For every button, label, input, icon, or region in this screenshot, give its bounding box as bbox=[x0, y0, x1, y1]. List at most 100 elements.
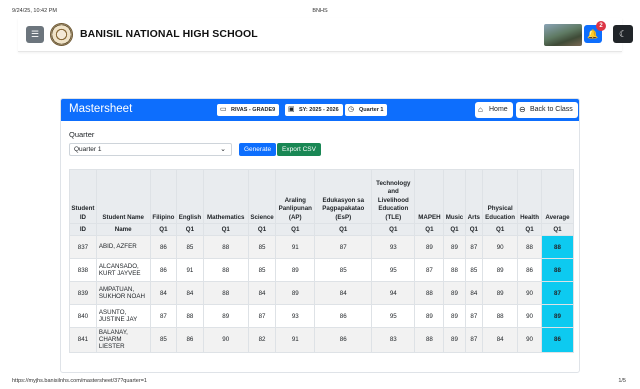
card-title: Mastersheet bbox=[69, 103, 133, 115]
grade-cell: 89 bbox=[443, 281, 466, 305]
column-subheader: Q1 bbox=[149, 223, 178, 236]
hamburger-icon: ☰ bbox=[30, 29, 40, 39]
grade-cell: 89 bbox=[482, 281, 519, 305]
grade-cell: 85 bbox=[464, 258, 484, 282]
grade-cell: 85 bbox=[247, 258, 277, 282]
grade-cell: 90 bbox=[482, 235, 519, 259]
grade-cell: 89 bbox=[443, 304, 466, 328]
calendar-icon: ▣ bbox=[288, 106, 295, 113]
grade-cell: 87 bbox=[414, 258, 445, 282]
home-icon: ⌂ bbox=[478, 105, 483, 114]
grade-cell: 86 bbox=[149, 235, 178, 259]
grade-cell: 85 bbox=[176, 235, 204, 259]
dark-mode-toggle[interactable]: ☾ bbox=[613, 25, 633, 43]
home-button[interactable]: ⌂ Home bbox=[475, 102, 513, 118]
column-header: Technology and Livelihood Education (TLE… bbox=[371, 169, 416, 224]
grade-cell: 89 bbox=[275, 281, 316, 305]
column-subheader: Q1 bbox=[540, 223, 575, 236]
school-name: BANISIL NATIONAL HIGH SCHOOL bbox=[80, 28, 258, 40]
user-avatar[interactable] bbox=[544, 24, 582, 46]
column-subheader: ID bbox=[69, 223, 97, 236]
grade-cell: 84 bbox=[314, 281, 373, 305]
column-subheader: Q1 bbox=[517, 223, 542, 236]
table-row: 840 ASUNTO, JUSTINE JAY 87 88 89 87 93 86 95 89 89… bbox=[69, 304, 575, 328]
card-header: Mastersheet ▭ RIVAS - GRADE9 ▣ SY: 2025 - … bbox=[61, 99, 579, 121]
column-header: Mathematics bbox=[202, 169, 249, 224]
table-row: 838 ALCANSADO, KURT JAYVEE 86 91 88 85 89 85 95 8… bbox=[69, 258, 575, 282]
grade-cell: 82 bbox=[247, 327, 277, 353]
grade-cell: 84 bbox=[247, 281, 277, 305]
grade-cell: 88 bbox=[176, 304, 204, 328]
student-name-cell: AMPATUAN, SUKHOR NOAH bbox=[95, 281, 151, 305]
top-navbar: ☰ BANISIL NATIONAL HIGH SCHOOL 🔔 2 ☾ bbox=[18, 18, 633, 52]
grade-cell: 89 bbox=[414, 235, 445, 259]
menu-toggle-button[interactable]: ☰ bbox=[26, 26, 44, 43]
grade-cell: 85 bbox=[149, 327, 178, 353]
grade-cell: 88 bbox=[517, 235, 542, 259]
column-subheader: Q1 bbox=[202, 223, 249, 236]
grade-cell: 88 bbox=[202, 235, 249, 259]
mastersheet-card: Mastersheet ▭ RIVAS - GRADE9 ▣ SY: 2025 - … bbox=[60, 98, 580, 373]
print-page-number: 1/5 bbox=[618, 378, 626, 384]
school-logo bbox=[50, 23, 73, 46]
column-header: English bbox=[176, 169, 204, 224]
grade-cell: 90 bbox=[202, 327, 249, 353]
student-id-cell: 838 bbox=[69, 258, 97, 282]
grade-cell: 90 bbox=[517, 304, 542, 328]
back-icon: ⊖ bbox=[519, 105, 526, 114]
column-subheader: Q1 bbox=[275, 223, 316, 236]
column-subheader: Q1 bbox=[247, 223, 277, 236]
grade-cell: 87 bbox=[464, 304, 484, 328]
clock-icon: ◷ bbox=[348, 106, 355, 113]
grade-cell: 90 bbox=[517, 327, 542, 353]
grade-cell: 89 bbox=[202, 304, 249, 328]
export-csv-button[interactable]: Export CSV bbox=[277, 143, 321, 156]
column-subheader: Q1 bbox=[464, 223, 484, 236]
column-header: Physical Education bbox=[482, 169, 519, 224]
grade-cell: 88 bbox=[202, 281, 249, 305]
column-subheader: Q1 bbox=[371, 223, 416, 236]
generate-button[interactable]: Generate bbox=[239, 143, 277, 156]
grade-cell: 87 bbox=[149, 304, 178, 328]
print-header: 9/24/25, 10:42 PM BNHS bbox=[0, 0, 640, 18]
grade-cell: 84 bbox=[464, 281, 484, 305]
grade-cell: 95 bbox=[371, 304, 416, 328]
grade-cell: 86 bbox=[176, 327, 204, 353]
average-cell: 87 bbox=[540, 281, 575, 305]
column-header: Filipino bbox=[149, 169, 178, 224]
column-subheader: Q1 bbox=[443, 223, 466, 236]
grade-cell: 84 bbox=[482, 327, 519, 353]
class-badge: ▭ RIVAS - GRADE9 bbox=[217, 104, 280, 116]
quarter-select[interactable]: Quarter 1 ⌄ bbox=[69, 143, 232, 156]
column-header: Student ID bbox=[69, 169, 97, 224]
print-page-title: BNHS bbox=[312, 8, 328, 14]
chevron-down-icon: ⌄ bbox=[220, 146, 226, 153]
grade-cell: 88 bbox=[414, 281, 445, 305]
average-cell: 86 bbox=[540, 327, 575, 353]
grade-cell: 84 bbox=[149, 281, 178, 305]
student-id-cell: 837 bbox=[69, 235, 97, 259]
grade-cell: 87 bbox=[464, 327, 484, 353]
quarter-badge: ◷ Quarter 1 bbox=[345, 104, 388, 116]
column-header: MAPEH bbox=[414, 169, 445, 224]
student-id-cell: 839 bbox=[69, 281, 97, 305]
column-subheader: Q1 bbox=[482, 223, 519, 236]
grade-cell: 89 bbox=[482, 258, 519, 282]
table-header-row: Student ID Student Name Filipino English Mat… bbox=[69, 169, 575, 224]
school-year-badge: ▣ SY: 2025 - 2026 bbox=[285, 104, 343, 116]
average-cell: 88 bbox=[540, 235, 575, 259]
grade-cell: 93 bbox=[371, 235, 416, 259]
student-name-cell: BALANAY, CHARM LIESTER bbox=[95, 327, 151, 353]
grade-cell: 94 bbox=[371, 281, 416, 305]
grade-cell: 87 bbox=[247, 304, 277, 328]
table-subheader-row: ID Name Q1 Q1 Q1 Q1 Q1 Q1 Q1 Q1 Q1 Q1 Q1 Q1 Q1 bbox=[69, 223, 575, 236]
column-header: Average bbox=[540, 169, 575, 224]
table-body: 837 ABID, AZFER 86 85 88 85 91 87 93 89 89 87 90 88 88… bbox=[69, 235, 575, 353]
student-name-cell: ASUNTO, JUSTINE JAY bbox=[95, 304, 151, 328]
grade-cell: 88 bbox=[443, 258, 466, 282]
grade-cell: 90 bbox=[517, 281, 542, 305]
back-to-class-button[interactable]: ⊖ Back to Class bbox=[516, 102, 578, 118]
table-row: 837 ABID, AZFER 86 85 88 85 91 87 93 89 89 87 90 88 88 bbox=[69, 235, 575, 259]
table-row: 841 BALANAY, CHARM LIESTER 85 86 90 82 91 86 83 8… bbox=[69, 327, 575, 353]
grade-cell: 89 bbox=[275, 258, 316, 282]
